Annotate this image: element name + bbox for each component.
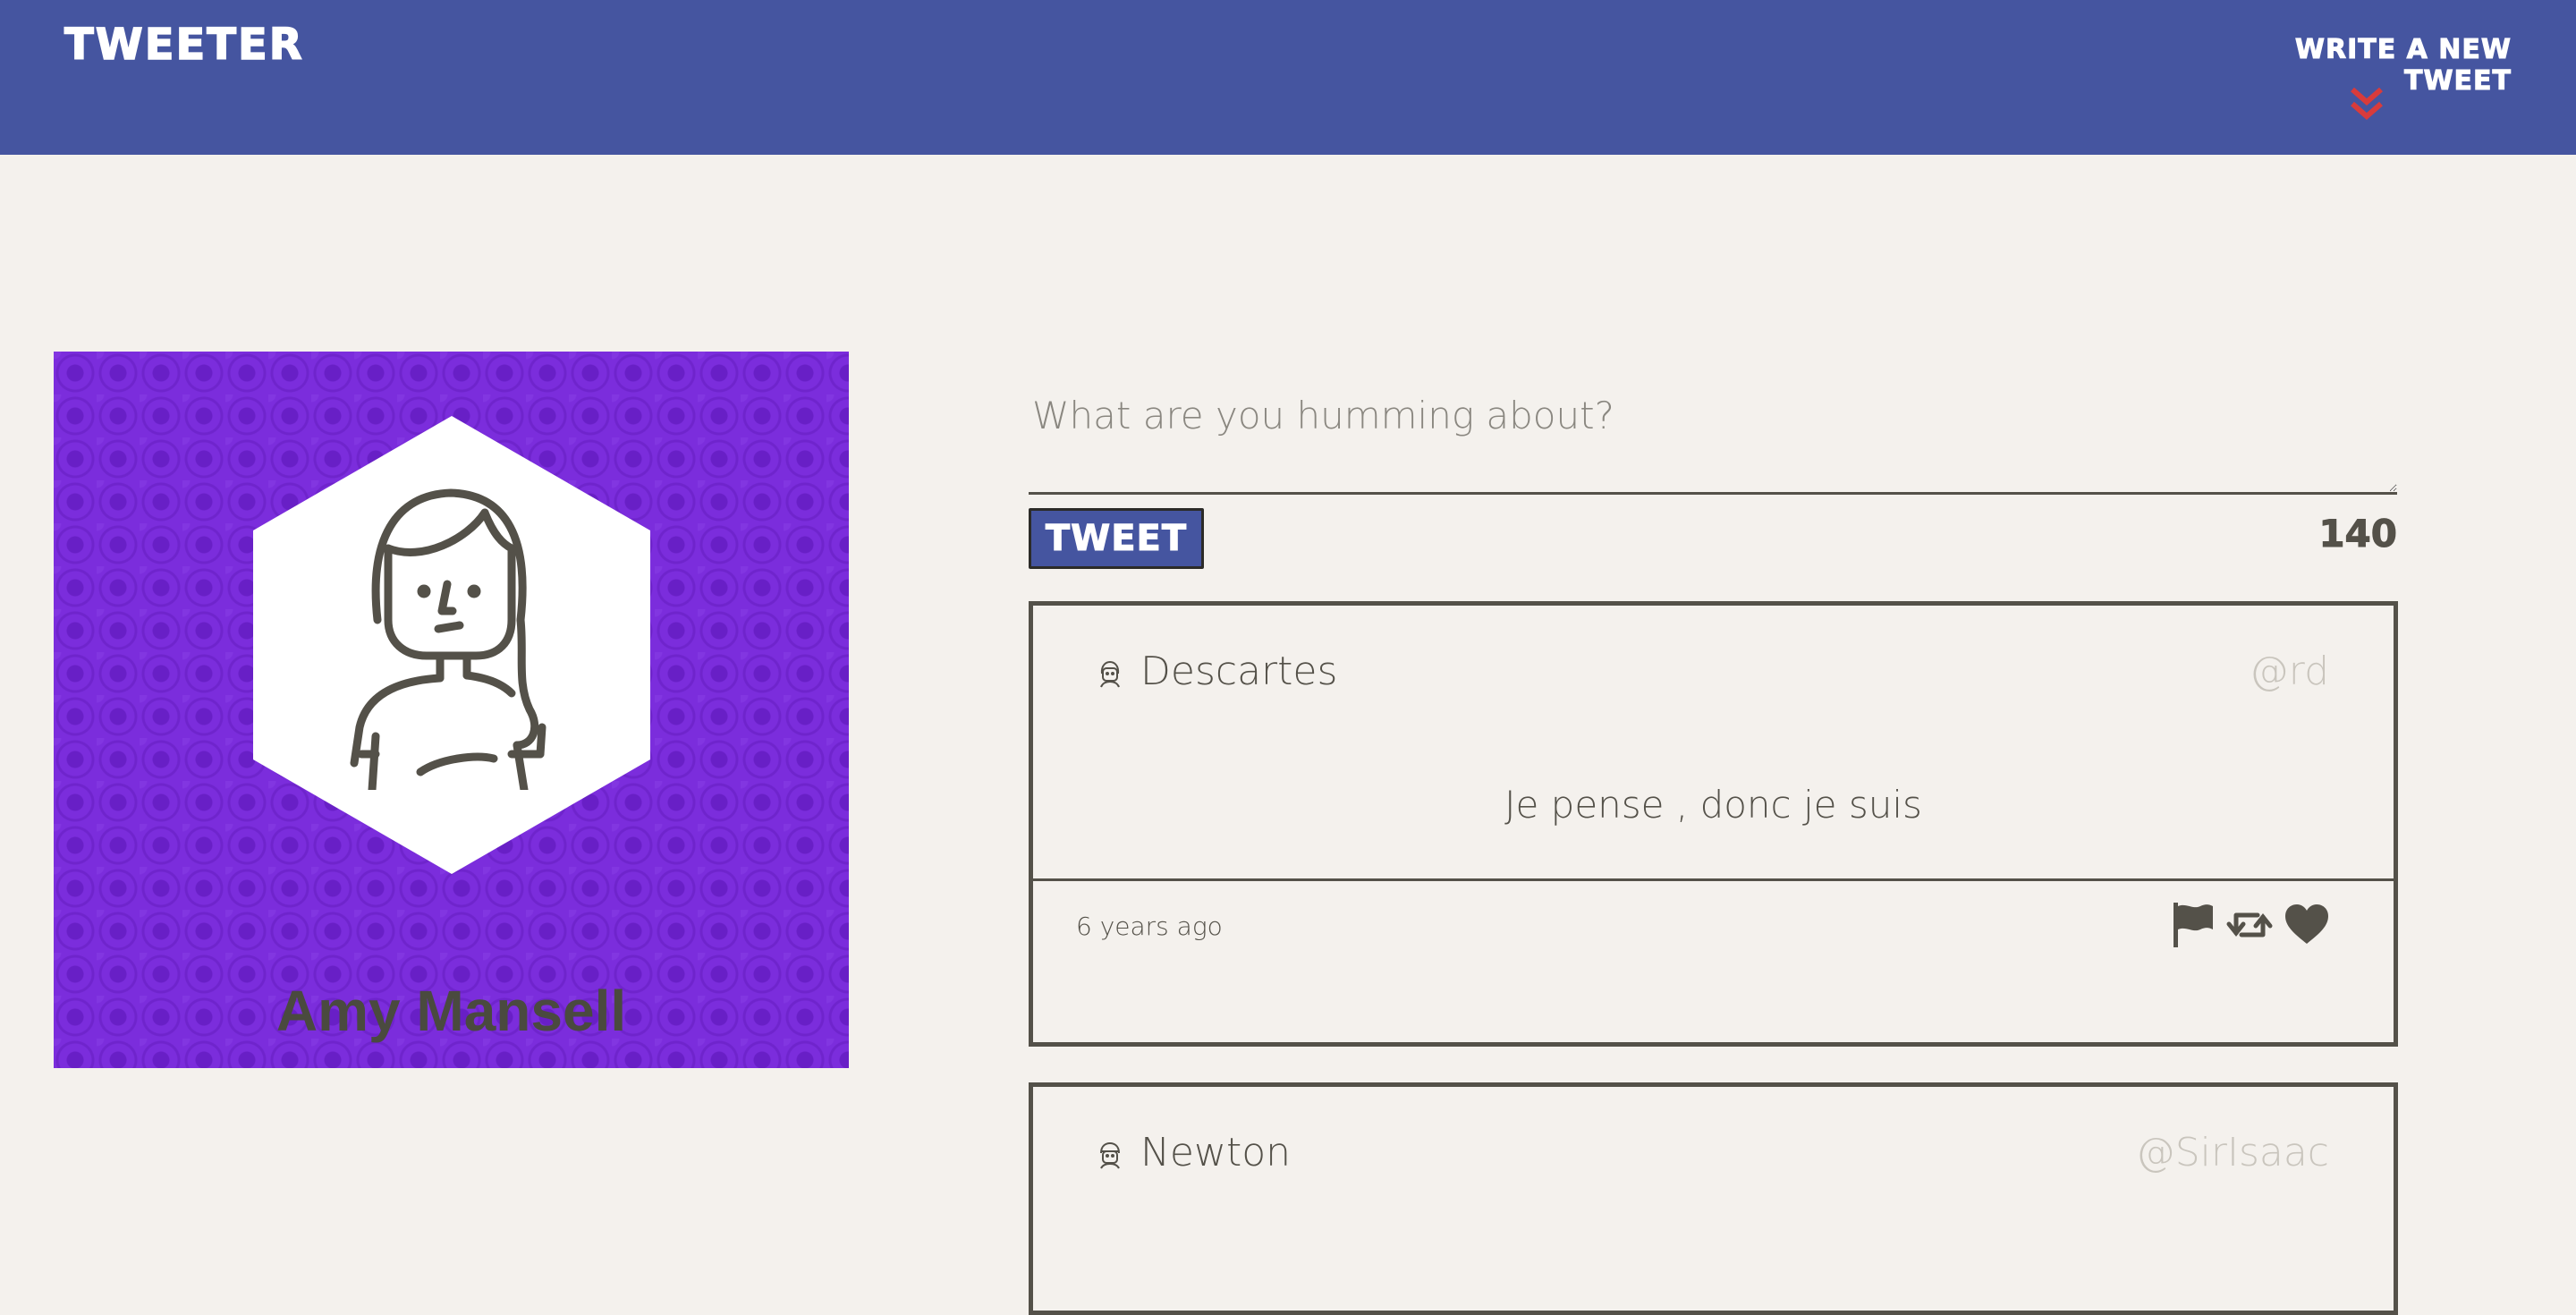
double-chevron-down-icon[interactable] <box>2347 84 2386 123</box>
new-tweet-form: TWEET 140 <box>1029 376 2397 569</box>
tweet-timestamp: 6 years ago <box>1076 912 1223 941</box>
character-counter: 140 <box>2318 512 2398 556</box>
brand-logo[interactable]: TWEETER <box>64 19 304 71</box>
user-avatar-icon <box>1100 1142 1120 1169</box>
profile-name: Amy Mansell <box>275 979 627 1043</box>
tweet-header: Newton @SirIsaac <box>1033 1087 2394 1221</box>
top-nav: TWEETER WRITE A NEW TWEET <box>0 0 2576 155</box>
tweet-actions <box>2168 901 2331 949</box>
tweet-header: Descartes @rd <box>1033 606 2394 740</box>
heart-icon[interactable] <box>2283 901 2331 949</box>
tweet-author-name[interactable]: Newton <box>1140 1130 1291 1175</box>
woman-avatar-icon <box>350 488 547 790</box>
tweet-body: Je pense , donc je suis <box>1504 783 1922 827</box>
user-avatar-icon <box>1100 661 1120 688</box>
tweet-text-input[interactable] <box>1029 376 2397 495</box>
profile-card: Amy Mansell <box>54 352 849 1068</box>
flag-icon[interactable] <box>2168 901 2216 949</box>
tweet-author-handle[interactable]: @rd <box>2250 649 2329 694</box>
tweet-author-handle[interactable]: @SirIsaac <box>2136 1130 2329 1175</box>
tweet-card: Descartes @rd Je pense , donc je suis 6 … <box>1029 601 2398 1047</box>
tweet-author-name[interactable]: Descartes <box>1140 649 1337 694</box>
tweet-divider <box>1033 878 2394 881</box>
write-new-tweet-toggle[interactable]: WRITE A NEW TWEET <box>2190 34 2512 132</box>
retweet-icon[interactable] <box>2225 901 2274 949</box>
tweet-card: Newton @SirIsaac <box>1029 1082 2398 1315</box>
tweet-submit-button[interactable]: TWEET <box>1029 508 1204 569</box>
